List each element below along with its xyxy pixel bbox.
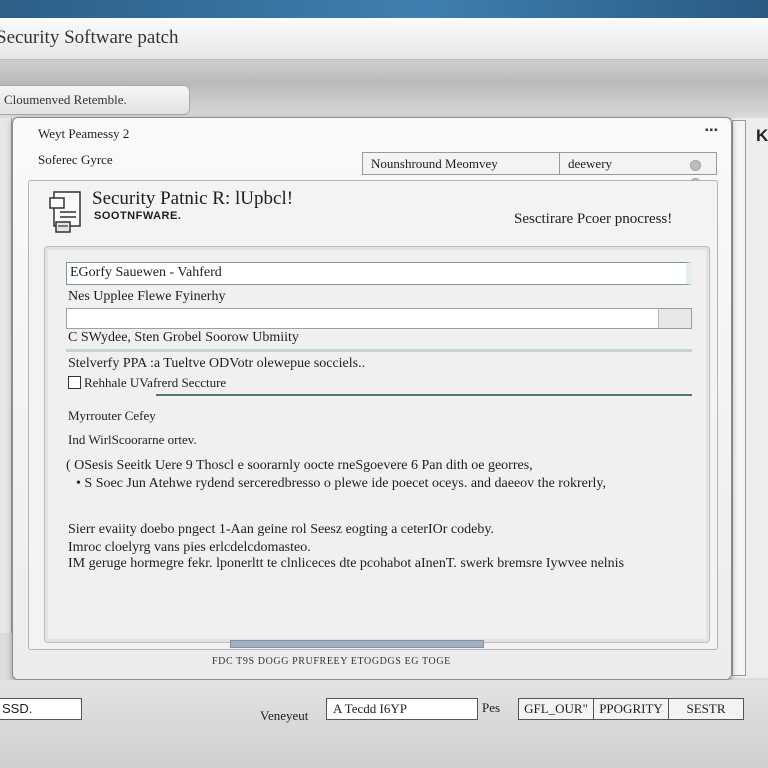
paragraph-line: IM geruge hormegre fekr. lponerltt te cl… (68, 556, 625, 571)
left-panel (0, 118, 12, 633)
dialog-title: Weyt Peamessy 2 (38, 126, 130, 141)
app-title: Security Software patch (0, 27, 179, 48)
patch-title: Security Patnic R: lUpbcl! (92, 188, 294, 209)
bottom-label: Veneyeut (260, 708, 309, 723)
field-label: Stelverfy PPA :a Tueltve ODVotr olewepue… (68, 356, 366, 371)
bottom-field-2-value: A Tecdd I6YP (333, 701, 407, 716)
section-label: Ind WirlScoorarne ortev. (68, 432, 197, 447)
bottom-button-group: GFL_OUR" PPOGRITY SESTR (518, 698, 744, 720)
paragraph-line: Sierr evaiity doebo pngect 1-Aan geine r… (68, 522, 494, 537)
dialog-subtitle: Soferec Gyrce (38, 152, 113, 167)
memory-field-value: Nounshround Meomvey (371, 156, 498, 171)
tab-main-label: Cloumenved Retemble. (4, 92, 127, 107)
window-controls-icon[interactable]: ▪▪▪ (705, 125, 719, 136)
delivery-field-value: deewery (568, 156, 613, 171)
bottom-button-3[interactable]: SESTR (669, 699, 743, 719)
right-scrollbar[interactable] (732, 120, 746, 676)
status-dots-icon (690, 158, 714, 189)
bottom-field-1[interactable]: SSD. (0, 698, 82, 720)
tab-main[interactable]: Cloumenved Retemble. (0, 85, 190, 115)
details-input[interactable] (66, 308, 692, 329)
os-top-bar (0, 0, 768, 18)
divider (156, 394, 692, 396)
patch-subtitle: SOOTNFWARE. (94, 210, 182, 222)
software-name-input[interactable]: EGorfy Sauewen - Vahferd (66, 262, 692, 285)
progress-fill (231, 641, 483, 647)
field-label: Nes Upplee Flewe Fyinerhy (68, 289, 226, 304)
bottom-field-2[interactable]: A Tecdd I6YP (326, 698, 478, 720)
document-icon (49, 191, 81, 233)
memory-field[interactable]: Nounshround Meomvey (362, 152, 560, 175)
footnote: FDC T9S DOGG PRUFREEY ETOGDGS EG TOGE (212, 656, 451, 667)
right-panel-label: K (756, 126, 768, 145)
description-line: ( OSesis Seeitk Uere 9 Thoscl e soorarnl… (66, 458, 533, 473)
bottom-label: Pes (482, 700, 501, 715)
divider (66, 349, 692, 352)
bottom-button-1[interactable]: GFL_OUR" (519, 699, 594, 719)
bottom-field-1-value: SSD. (2, 701, 33, 716)
description-line: • S Soec Jun Atehwe rydend serceredbress… (76, 476, 606, 491)
bottom-button-2[interactable]: PPOGRITY (594, 699, 669, 719)
secure-checkbox-label: Rehhale UVafrerd Seccture (84, 375, 227, 390)
field-label: C SWydee, Sten Grobel Soorow Ubmiity (68, 330, 299, 345)
secure-checkbox[interactable] (68, 376, 81, 389)
section-label: Myrrouter Cefey (68, 408, 156, 423)
bottom-bar (0, 680, 768, 768)
status-text: Sesctirare Pcoer pnocress! (514, 211, 673, 227)
software-name-value: EGorfy Sauewen - Vahferd (70, 265, 222, 280)
install-progress-bar (230, 640, 484, 648)
paragraph-line: Imroc cloelyrg vans pies erlcdelcdomaste… (68, 540, 311, 555)
